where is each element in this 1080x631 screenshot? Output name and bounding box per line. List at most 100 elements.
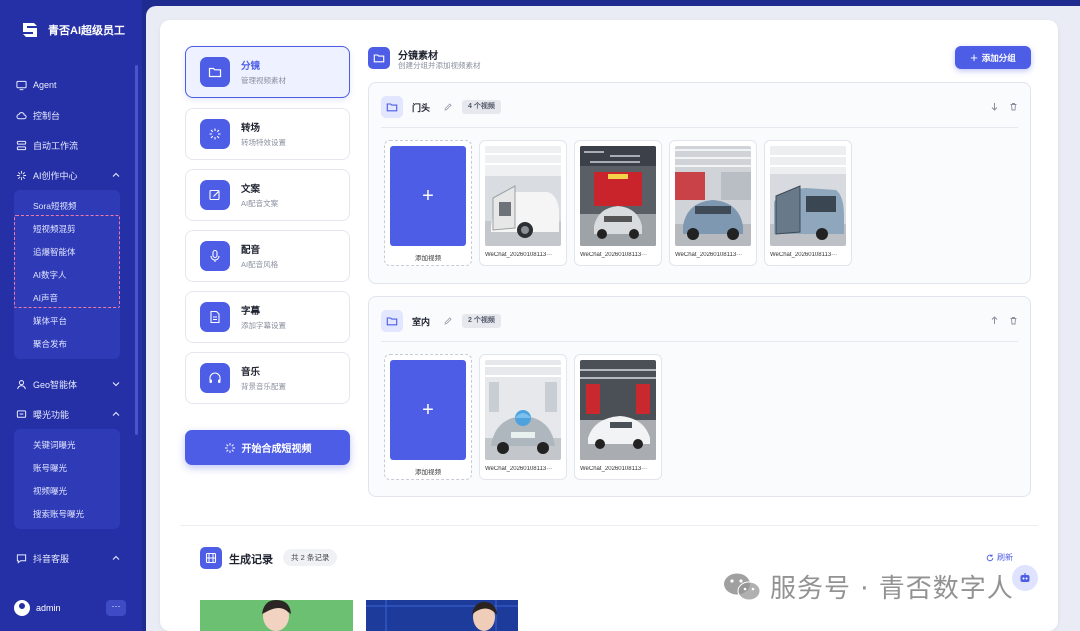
- sidebar-item-sora[interactable]: Sora短视频: [14, 194, 120, 217]
- user-profile[interactable]: admin: [14, 600, 61, 616]
- sidebar-item-keyword-exposure[interactable]: 关键词曝光: [14, 433, 120, 456]
- sidebar-item-search-account-exposure[interactable]: 搜索账号曝光: [14, 502, 120, 525]
- sidebar-item-console[interactable]: 控制台: [0, 100, 142, 130]
- section-subtitle: 创建分组并添加视频素材: [398, 61, 481, 70]
- video-thumbnail: [580, 146, 656, 246]
- start-compose-label: 开始合成短视频: [241, 444, 312, 455]
- folder-icon: [368, 47, 390, 69]
- delete-icon[interactable]: [1009, 316, 1018, 325]
- sidebar-item-workflow[interactable]: 自动工作流: [0, 130, 142, 160]
- step-voiceover[interactable]: 配音 AI配音风格: [185, 230, 350, 282]
- add-video-tile[interactable]: + 添加视频: [384, 354, 472, 480]
- transition-icon: [200, 119, 230, 149]
- monitor-icon: [16, 80, 27, 90]
- avatar: [14, 600, 30, 616]
- video-filename: WeChat_20260108113···: [770, 252, 838, 258]
- records-title: 生成记录: [229, 554, 273, 566]
- video-count-badge: 4 个视频: [462, 100, 501, 114]
- video-tile[interactable]: WeChat_20260108113···: [479, 354, 567, 480]
- sidebar-item-exposure[interactable]: 曝光功能: [0, 399, 142, 429]
- delete-icon[interactable]: [1009, 102, 1018, 111]
- sidebar-item-agent[interactable]: Agent: [0, 70, 142, 100]
- folder-icon: [381, 96, 403, 118]
- start-compose-button[interactable]: 开始合成短视频: [185, 430, 350, 465]
- refresh-icon: [986, 554, 994, 561]
- video-tile[interactable]: WeChat_20260108113···: [669, 140, 757, 266]
- step-subtitles[interactable]: 字幕 添加字幕设置: [185, 291, 350, 343]
- sidebar-item-ai-center[interactable]: AI创作中心: [0, 160, 142, 190]
- step-title: 音乐: [241, 367, 261, 378]
- sidebar-item-video-exposure[interactable]: 视频曝光: [14, 479, 120, 502]
- divider: [381, 341, 1018, 342]
- group-actions: [990, 102, 1018, 111]
- sidebar-scrollbar[interactable]: [135, 65, 138, 435]
- app-logo-icon: [23, 23, 37, 37]
- more-options-button[interactable]: ···: [106, 600, 126, 616]
- sidebar-item-label: 曝光功能: [33, 409, 70, 420]
- group-name: 室内: [412, 316, 431, 327]
- video-filename: WeChat_20260108113···: [485, 466, 553, 472]
- sparkle-icon: [224, 442, 235, 453]
- video-tile[interactable]: WeChat_20260108113···: [574, 140, 662, 266]
- record-thumbnail[interactable]: [200, 600, 353, 631]
- video-tile[interactable]: WeChat_20260108113···: [574, 354, 662, 480]
- step-title: 分镜: [241, 61, 261, 72]
- video-thumbnail: [675, 146, 751, 246]
- move-down-icon[interactable]: [990, 102, 999, 111]
- step-subtitle: 背景音乐配置: [241, 382, 286, 391]
- move-up-icon[interactable]: [990, 316, 999, 325]
- add-group-label: 添加分组: [981, 52, 1016, 63]
- megaphone-icon: [16, 409, 27, 418]
- add-video-label: 添加视频: [415, 255, 441, 262]
- step-title: 配音: [241, 245, 261, 256]
- record-thumbnail[interactable]: [366, 600, 518, 631]
- group-actions: [990, 316, 1018, 325]
- film-icon: [200, 547, 222, 569]
- step-music[interactable]: 音乐 背景音乐配置: [185, 352, 350, 404]
- step-storyboard[interactable]: 分镜 管理视频素材: [185, 46, 350, 98]
- mic-icon: [200, 241, 230, 271]
- username: admin: [36, 603, 61, 613]
- edit-icon: [200, 180, 230, 210]
- brand[interactable]: 青否AI超级员工: [20, 20, 125, 40]
- exposure-submenu: 关键词曝光 账号曝光 视频曝光 搜索账号曝光: [14, 429, 120, 529]
- video-thumbnail: [485, 146, 561, 246]
- step-script[interactable]: 文案 AI配音文案: [185, 169, 350, 221]
- divider: [381, 127, 1018, 128]
- video-thumbnail: [485, 360, 561, 460]
- sidebar-item-account-exposure[interactable]: 账号曝光: [14, 456, 120, 479]
- sparkle-icon: [16, 170, 27, 180]
- add-video-tile[interactable]: + 添加视频: [384, 140, 472, 266]
- step-title: 文案: [241, 184, 261, 195]
- sidebar-nav: Agent 控制台 自动工作流 AI创作中心 Sora短视频 短视频混剪 追爆智…: [0, 70, 142, 573]
- highlight-annotation: [14, 215, 120, 308]
- step-title: 转场: [241, 123, 261, 134]
- step-subtitle: 管理视频素材: [241, 76, 286, 85]
- add-group-button[interactable]: + 添加分组: [955, 46, 1031, 69]
- video-filename: WeChat_20260108113···: [485, 252, 553, 258]
- chevron-down-icon: [112, 382, 120, 387]
- headphones-icon: [200, 363, 230, 393]
- workflow-icon: [16, 140, 27, 150]
- chevron-up-icon: [112, 411, 120, 416]
- sidebar-item-douyin-service[interactable]: 抖音客服: [0, 543, 142, 573]
- folder-icon: [381, 310, 403, 332]
- robot-icon[interactable]: [1012, 565, 1038, 591]
- edit-icon[interactable]: [444, 103, 452, 111]
- video-tile[interactable]: WeChat_20260108113···: [479, 140, 567, 266]
- sidebar-item-label: Geo智能体: [33, 379, 78, 390]
- sidebar-item-publish[interactable]: 聚合发布: [14, 332, 120, 355]
- wechat-logo-icon: [724, 573, 761, 600]
- refresh-button[interactable]: 刷新: [986, 552, 1013, 563]
- app-title: 青否AI超级员工: [48, 25, 125, 37]
- step-transition[interactable]: 转场 转场特效设置: [185, 108, 350, 160]
- watermark-text: 服务号 · 青否数字人: [770, 574, 1014, 604]
- watermark: 服务号 · 青否数字人: [722, 568, 1014, 605]
- step-subtitle: AI配音风格: [241, 260, 279, 269]
- edit-icon[interactable]: [444, 317, 452, 325]
- plus-icon: +: [970, 49, 978, 65]
- sidebar-item-media[interactable]: 媒体平台: [14, 309, 120, 332]
- plus-icon: +: [390, 360, 466, 460]
- video-tile[interactable]: WeChat_20260108113···: [764, 140, 852, 266]
- sidebar-item-geo[interactable]: Geo智能体: [0, 369, 142, 399]
